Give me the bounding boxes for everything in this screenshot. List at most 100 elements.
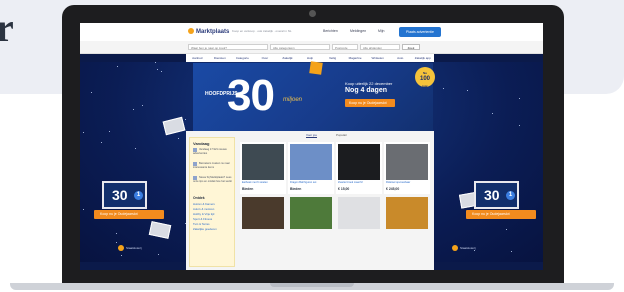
heading-fragment: r [0, 5, 14, 50]
sidebar-link[interactable]: Auto's & motoren [193, 207, 214, 211]
star-decoration [135, 148, 136, 149]
star-decoration [519, 125, 520, 126]
hero-suffix: miljoen [283, 97, 303, 103]
sidebar-link[interactable]: Huizen & Kamers [193, 202, 215, 206]
hero-banner[interactable]: HOOFDPRIJS 30 miljoen Koop uiterlijk 22 … [193, 61, 435, 131]
main-content: Vandaag Vandaag 17.921 nieuwe advertenti… [186, 131, 434, 270]
side-ad-left-cta[interactable]: Koop nu je Oudejaarslot [94, 210, 164, 219]
listing-card[interactable]: Dragon Ball figuren set Bieden [288, 142, 334, 194]
logo-text: Staatsloterij [126, 246, 142, 250]
lottery-ball-icon: 1 [134, 191, 143, 200]
listing-price: € 15,00 [338, 187, 350, 191]
listing-price: € 245,00 [386, 187, 400, 191]
side-ad-amount: 30 [112, 187, 128, 203]
star-decoration [116, 242, 117, 243]
hero-cta-button[interactable]: Koop nu je Oudejaarslot [345, 99, 395, 107]
star-decoration [467, 90, 468, 91]
listing-price: Bieden [290, 187, 302, 191]
notifications-link[interactable]: Meldingen [350, 29, 366, 33]
listing-image [386, 144, 428, 180]
site-header: Marktplaats Koop en verkoop · ook zakeli… [80, 23, 543, 42]
sidebar-row[interactable]: Bezoekers zoeken nu naar interessante it… [193, 162, 233, 169]
listing-title: Dragon Ball figuren set [290, 181, 317, 184]
star-decoration [116, 233, 117, 234]
tab-voor-jou[interactable]: Voor jou [306, 133, 318, 138]
hero-countdown: Nog 4 dagen [345, 87, 388, 94]
star-decoration [91, 92, 92, 93]
star-decoration [492, 113, 493, 114]
listing-image [290, 197, 332, 229]
listing-card[interactable]: Rolstoel opvouwbaar € 245,00 [384, 142, 430, 194]
listing-price: Bieden [242, 187, 254, 191]
listing-card[interactable]: Zwarte broek maat M € 15,00 [336, 142, 382, 194]
nav-item[interactable]: Diensten [209, 54, 232, 62]
account-link[interactable]: Mijn [378, 29, 384, 33]
star-decoration [117, 66, 118, 67]
listing-image [242, 144, 284, 180]
messages-link[interactable]: Berichten [323, 29, 338, 33]
postcode-input[interactable]: Postcode [332, 44, 358, 50]
side-ad-left[interactable]: 30 1 [102, 181, 162, 211]
listing-card[interactable]: Eethoek met 6 stoelen Bieden [240, 142, 286, 194]
site-tagline: Koop en verkoop · ook zakelijk · overal … [232, 29, 292, 33]
place-ad-button[interactable]: Plaats advertentie [399, 27, 441, 37]
gift-icon [309, 61, 323, 75]
listing-title: Zwarte broek maat M [338, 181, 363, 184]
listing-title: Eethoek met 6 stoelen [242, 181, 268, 184]
sidebar-link[interactable]: Hobby & Vrije tijd [193, 212, 214, 216]
listing-image [338, 197, 380, 229]
nav-item[interactable]: Categorie [231, 54, 254, 62]
nav-item[interactable]: Winkelen [366, 54, 389, 62]
side-ad-right-cta[interactable]: Koop nu je Oudejaarslot [466, 210, 536, 219]
anniversary-seal: Nu 100 jaar [415, 67, 435, 88]
nav-item[interactable]: Zakelijk [276, 54, 299, 62]
sidebar-row[interactable]: Nieuw bij Marktplaats? Lees onze tips en… [193, 176, 233, 183]
nav-item[interactable]: Zakelijk app [411, 54, 434, 62]
nav-item[interactable]: Over Marktplaats [254, 54, 277, 68]
star-decoration [133, 109, 134, 110]
star-decoration [155, 62, 156, 63]
sidebar-title: Vandaag [193, 141, 210, 146]
side-ad-right[interactable]: 30 1 [474, 181, 534, 211]
seal-number: 100 [419, 76, 430, 82]
star-decoration [157, 69, 158, 70]
listing-card[interactable] [384, 197, 430, 229]
listing-card[interactable] [336, 197, 382, 229]
laptop-base [10, 283, 614, 290]
lottery-ball-icon: 1 [506, 191, 515, 200]
nav-item[interactable]: Magazine [344, 54, 367, 62]
star-decoration [185, 119, 186, 120]
listing-card[interactable] [240, 197, 286, 229]
star-decoration [83, 132, 84, 133]
listing-image [338, 144, 380, 180]
logo-icon [188, 28, 194, 34]
nav-item[interactable]: Aanbod [186, 54, 209, 62]
star-decoration [443, 88, 444, 89]
side-ad-left-logo: Staatsloterij [118, 245, 142, 251]
sidebar-link[interactable]: Sport & Fitness [193, 217, 212, 221]
distance-select[interactable]: Alle afstanden [360, 44, 400, 50]
star-decoration [101, 142, 102, 143]
category-select[interactable]: Alle categorieën [270, 44, 330, 50]
sidebar-row[interactable]: Vandaag 17.921 nieuwe advertenties [193, 148, 233, 155]
listing-card[interactable] [288, 197, 334, 229]
hero-amount: 30 [227, 71, 275, 120]
star-decoration [519, 98, 520, 99]
side-ad-right-logo: Staatsloterij [452, 245, 476, 251]
logo-text: Staatsloterij [460, 246, 476, 250]
star-decoration [511, 251, 512, 252]
star-decoration [109, 131, 110, 132]
tv-icon: 30 1 [474, 181, 519, 209]
sidebar-link[interactable]: Zakelijke goederen [193, 227, 217, 231]
search-button[interactable]: Zoek [402, 44, 420, 50]
search-input[interactable]: Waar ben je naar op zoek? [188, 44, 268, 50]
site-logo[interactable]: Marktplaats [188, 28, 229, 35]
logo-icon [452, 245, 458, 251]
nav-item[interactable]: Veilig [321, 54, 344, 62]
listing-image [242, 197, 284, 229]
sidebar-link[interactable]: Tuin & Terras [193, 222, 209, 226]
star-decoration [142, 105, 143, 106]
tab-populair[interactable]: Populair [336, 133, 347, 137]
star-decoration [158, 254, 159, 255]
nav-item[interactable]: Auto [389, 54, 412, 62]
